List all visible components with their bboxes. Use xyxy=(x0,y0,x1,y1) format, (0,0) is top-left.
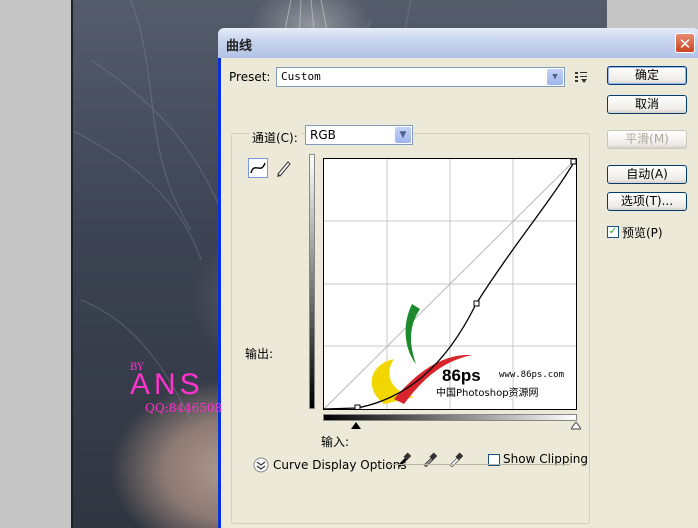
pencil-tool[interactable] xyxy=(273,158,293,178)
preset-value: Custom xyxy=(281,70,321,83)
curve-point-tool-icon xyxy=(250,162,266,174)
dialog-body: Preset: Custom ▼ 确定 取消 平滑(M) 自动(A) 选项(T)… xyxy=(221,58,698,528)
input-label: 输入: xyxy=(321,435,350,449)
expand-chevron-icon[interactable] xyxy=(253,457,269,473)
ok-button[interactable]: 确定 xyxy=(607,66,687,85)
black-point-slider[interactable] xyxy=(351,422,361,430)
watermark-qq: QQ:8446508 xyxy=(145,401,223,415)
curve-canvas[interactable]: 86ps www.86ps.com 中国Photoshop资源网 xyxy=(324,159,576,409)
close-button[interactable]: ✕ xyxy=(675,33,695,53)
channel-value: RGB xyxy=(310,128,336,142)
preset-select[interactable]: Custom ▼ xyxy=(276,67,565,87)
dialog-title: 曲线 xyxy=(226,39,253,54)
channel-select[interactable]: RGB ▼ xyxy=(305,125,413,145)
pencil-tool-icon xyxy=(277,161,291,177)
auto-button[interactable]: 自动(A) xyxy=(607,165,687,184)
preview-checkbox[interactable]: ✓ xyxy=(607,226,619,238)
chevron-down-icon: ▼ xyxy=(395,127,411,143)
close-icon: ✕ xyxy=(678,35,692,53)
channel-label: 通道(C): xyxy=(249,129,301,146)
photo-edge xyxy=(71,0,73,528)
cancel-button[interactable]: 取消 xyxy=(607,95,687,114)
smooth-button[interactable]: 平滑(M) xyxy=(607,130,687,149)
chevron-down-icon: ▼ xyxy=(547,69,563,85)
curve-point-tool[interactable] xyxy=(248,158,268,178)
preset-label: Preset: xyxy=(229,70,271,84)
dialog-titlebar[interactable]: 曲线 ✕ xyxy=(218,28,698,58)
logo-86ps-text: 86ps xyxy=(442,366,481,385)
input-gradient-bar xyxy=(323,414,577,421)
preview-label: 预览(P) xyxy=(622,226,663,240)
output-gradient-bar xyxy=(309,154,315,409)
curves-dialog: 曲线 ✕ Preset: Custom ▼ 确定 取消 平滑(M) 自动(A) … xyxy=(218,28,698,528)
preset-options-icon[interactable] xyxy=(574,70,588,84)
logo-site-text: 中国Photoshop资源网 xyxy=(436,386,539,399)
curve-point[interactable] xyxy=(570,159,576,165)
watermark-name: ANS xyxy=(130,368,204,401)
logo-url-text: www.86ps.com xyxy=(499,370,564,380)
curve-point[interactable] xyxy=(354,404,361,409)
white-point-slider[interactable] xyxy=(571,422,581,430)
options-button[interactable]: 选项(T)... xyxy=(607,192,687,211)
output-label: 输出: xyxy=(245,347,274,361)
curve-graph[interactable]: 86ps www.86ps.com 中国Photoshop资源网 xyxy=(323,158,577,410)
curve-display-options-label[interactable]: Curve Display Options xyxy=(273,458,407,472)
options-separator xyxy=(388,464,570,465)
curve-point[interactable] xyxy=(473,300,480,307)
